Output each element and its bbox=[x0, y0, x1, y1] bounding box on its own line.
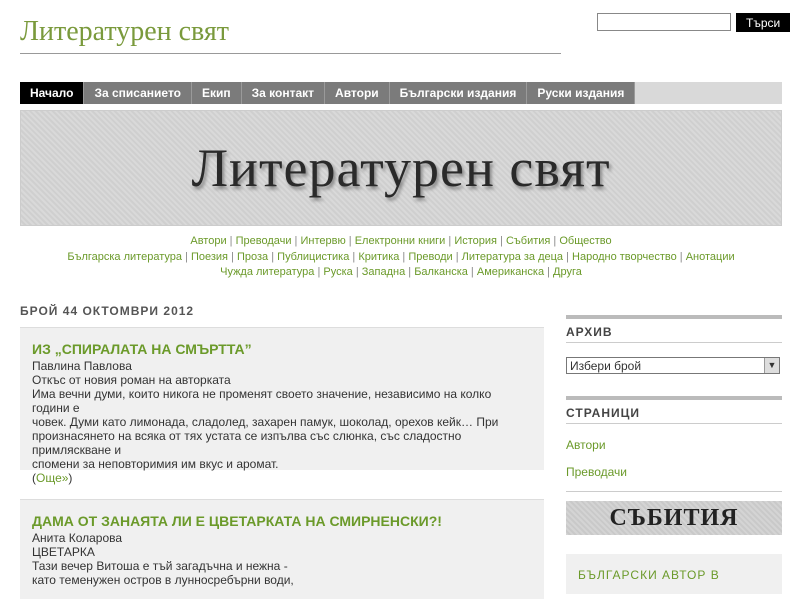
site-title[interactable]: Литературен свят bbox=[20, 16, 229, 48]
category-separator: | bbox=[399, 251, 409, 263]
category-separator: | bbox=[228, 251, 237, 263]
events-banner-label: СЪБИТИЯ bbox=[609, 504, 739, 531]
post-excerpt-line: спомени за неповторимия им вкус и аромат… bbox=[32, 457, 279, 471]
nav-item-russian-editions[interactable]: Руски издания bbox=[527, 82, 636, 104]
category-separator: | bbox=[445, 235, 455, 247]
post-title[interactable]: ИЗ „СПИРАЛАТА НА СМЪРТТА” bbox=[32, 342, 532, 356]
events-banner[interactable]: СЪБИТИЯ bbox=[566, 501, 782, 535]
category-link[interactable]: Американска bbox=[477, 266, 544, 278]
post-excerpt-line: като теменужен остров в лунносребърни во… bbox=[32, 573, 294, 587]
category-separator: | bbox=[349, 251, 359, 263]
search-form: Търси bbox=[597, 13, 791, 32]
category-link[interactable]: Поезия bbox=[191, 251, 228, 263]
read-more-link[interactable]: Още» bbox=[36, 471, 68, 485]
nav-filler bbox=[635, 82, 782, 104]
nav-item-contact[interactable]: За контакт bbox=[242, 82, 326, 104]
nav-item-authors[interactable]: Автори bbox=[325, 82, 390, 104]
post-author: Павлина Павлова bbox=[32, 359, 132, 373]
issue-heading: БРОЙ 44 ОКТОМВРИ 2012 bbox=[20, 304, 195, 318]
category-links-row-2: Българска литература | Поезия | Проза | … bbox=[20, 250, 782, 265]
category-separator: | bbox=[345, 235, 355, 247]
category-separator: | bbox=[226, 235, 236, 247]
sidebar-divider bbox=[566, 342, 782, 343]
category-separator: | bbox=[496, 235, 506, 247]
category-link[interactable]: Автори bbox=[190, 235, 226, 247]
search-button[interactable]: Търси bbox=[736, 13, 791, 32]
category-separator: | bbox=[467, 266, 477, 278]
category-links-row-3: Чужда литература | Руска | Западна | Бал… bbox=[20, 265, 782, 280]
category-link[interactable]: Западна bbox=[362, 266, 405, 278]
category-separator: | bbox=[452, 251, 462, 263]
main-nav: Начало За списанието Екип За контакт Авт… bbox=[20, 82, 782, 104]
category-link[interactable]: Преводи bbox=[408, 251, 452, 263]
category-link[interactable]: Народно творчество bbox=[572, 251, 677, 263]
post-excerpt-line: ЦВЕТАРКА bbox=[32, 545, 95, 559]
category-link[interactable]: Литература за деца bbox=[462, 251, 563, 263]
nav-item-team[interactable]: Екип bbox=[192, 82, 242, 104]
post-title[interactable]: ДАМА ОТ ЗАНАЯТА ЛИ Е ЦВЕТАРКАТА НА СМИРН… bbox=[32, 514, 532, 528]
banner-title: Литературен свят bbox=[191, 138, 611, 198]
category-link[interactable]: Анотации bbox=[686, 251, 735, 263]
archive-select-value: Избери брой bbox=[570, 359, 642, 373]
category-link[interactable]: Събития bbox=[506, 235, 550, 247]
category-separator: | bbox=[181, 251, 191, 263]
post-excerpt-line: човек. Думи като лимонада, сладолед, зах… bbox=[32, 415, 499, 429]
read-more: (Още») bbox=[32, 471, 73, 485]
chevron-down-icon[interactable]: ▼ bbox=[764, 358, 779, 373]
category-separator: | bbox=[563, 251, 573, 263]
search-input[interactable] bbox=[597, 13, 731, 31]
category-link[interactable]: Балканска bbox=[414, 266, 468, 278]
post-card: ИЗ „СПИРАЛАТА НА СМЪРТТА” Павлина Павлов… bbox=[20, 327, 544, 485]
post-excerpt-line: Тази вечер Витоша е тъй загадъчна и нежн… bbox=[32, 559, 288, 573]
category-separator: | bbox=[268, 251, 278, 263]
category-separator: | bbox=[544, 266, 554, 278]
category-link[interactable]: Българска литература bbox=[67, 251, 182, 263]
nav-item-about[interactable]: За списанието bbox=[84, 82, 192, 104]
category-link[interactable]: Чужда литература bbox=[220, 266, 314, 278]
category-link[interactable]: Проза bbox=[237, 251, 268, 263]
category-link[interactable]: Преводачи bbox=[236, 235, 292, 247]
sidebar-featured-box: БЪЛГАРСКИ АВТОР В bbox=[566, 554, 782, 594]
archive-heading: АРХИВ bbox=[566, 315, 782, 339]
category-link[interactable]: Публицистика bbox=[277, 251, 349, 263]
category-link[interactable]: История bbox=[454, 235, 497, 247]
category-separator: | bbox=[550, 235, 560, 247]
post-excerpt-line: произнасянето на всяка от тях устата се … bbox=[32, 429, 462, 457]
nav-item-bulgarian-editions[interactable]: Български издания bbox=[390, 82, 528, 104]
sidebar-divider bbox=[566, 423, 782, 424]
category-link[interactable]: Друга bbox=[553, 266, 582, 278]
category-link[interactable]: Руска bbox=[323, 266, 352, 278]
header-banner: Литературен свят bbox=[20, 110, 782, 226]
sidebar-divider bbox=[566, 491, 782, 492]
post-card: ДАМА ОТ ЗАНАЯТА ЛИ Е ЦВЕТАРКАТА НА СМИРН… bbox=[20, 499, 544, 599]
nav-item-home[interactable]: Начало bbox=[20, 82, 85, 104]
category-link[interactable]: Критика bbox=[358, 251, 399, 263]
category-separator: | bbox=[352, 266, 362, 278]
post-author: Анита Коларова bbox=[32, 531, 123, 545]
pages-heading: СТРАНИЦИ bbox=[566, 396, 782, 420]
category-link[interactable]: Електронни книги bbox=[355, 235, 446, 247]
archive-select[interactable]: Избери брой ▼ bbox=[566, 357, 780, 374]
category-link[interactable]: Общество bbox=[559, 235, 611, 247]
sidebar-page-authors[interactable]: Автори bbox=[566, 438, 606, 452]
category-separator: | bbox=[676, 251, 686, 263]
sidebar-page-translators[interactable]: Преводачи bbox=[566, 465, 627, 479]
post-excerpt-line: Откъс от новия роман на авторката bbox=[32, 373, 231, 387]
title-divider bbox=[20, 53, 561, 54]
category-link[interactable]: Интервю bbox=[300, 235, 345, 247]
post-excerpt-line: Има вечни думи, които никога не променят… bbox=[32, 387, 492, 415]
featured-box-title[interactable]: БЪЛГАРСКИ АВТОР В bbox=[566, 554, 782, 596]
category-links-row-1: Автори | Преводачи | Интервю | Електронн… bbox=[20, 234, 782, 249]
category-separator: | bbox=[405, 266, 415, 278]
